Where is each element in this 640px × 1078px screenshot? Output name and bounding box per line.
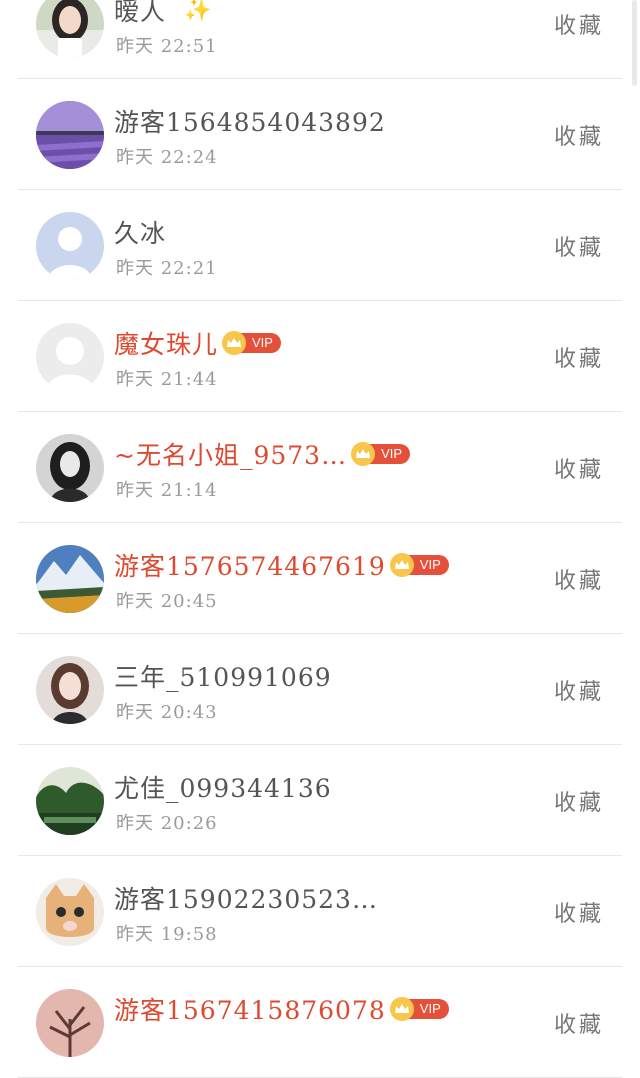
user-name[interactable]: 三年_510991069 xyxy=(114,658,332,694)
name-line: 游客1576574467619 VIP xyxy=(114,549,449,581)
favorite-button[interactable]: 收藏 xyxy=(554,119,604,151)
user-name[interactable]: 游客15902230523… xyxy=(114,880,378,916)
name-line: 三年_510991069 xyxy=(114,660,332,692)
lavender-field-avatar-image xyxy=(36,101,104,169)
list-item[interactable]: 暧人 ✨ 昨天 22:51 收藏 xyxy=(18,0,622,79)
list-item[interactable]: 尤佳_099344136 昨天 20:26 收藏 xyxy=(18,745,622,856)
dark-girl-avatar-image xyxy=(36,434,104,502)
crown-icon xyxy=(222,331,247,355)
visit-time: 昨天 21:44 xyxy=(116,369,218,390)
avatar[interactable] xyxy=(36,101,104,169)
visit-time: 昨天 22:51 xyxy=(116,36,218,57)
default-blue-avatar-image xyxy=(36,212,104,280)
avatar[interactable] xyxy=(36,545,104,613)
tree-sunset-avatar-image xyxy=(36,989,104,1057)
mountain-avatar-image xyxy=(36,545,104,613)
avatar[interactable] xyxy=(36,212,104,280)
crown-icon xyxy=(389,553,414,577)
list-item[interactable]: 游客1567415876078 VIP 收藏 xyxy=(18,967,622,1078)
name-line: 游客1567415876078 VIP xyxy=(114,993,449,1025)
visitor-list: 暧人 ✨ 昨天 22:51 收藏 游客1564854043892 昨天 22:2… xyxy=(18,0,622,1078)
garden-avatar-image xyxy=(36,767,104,835)
woman-portrait-avatar-image xyxy=(36,656,104,724)
list-item[interactable]: 游客1576574467619 VIP 昨天 20:45 收藏 xyxy=(18,523,622,634)
list-item[interactable]: 三年_510991069 昨天 20:43 收藏 xyxy=(18,634,622,745)
kitten-avatar-image xyxy=(36,878,104,946)
name-line: 游客1564854043892 xyxy=(114,105,386,137)
vip-badge: VIP xyxy=(351,442,411,466)
user-name[interactable]: 游客1564854043892 xyxy=(114,103,386,139)
name-line: 魔女珠儿 VIP xyxy=(114,327,281,359)
avatar[interactable] xyxy=(36,434,104,502)
name-line: 久冰 xyxy=(114,216,166,248)
name-line: ~无名小姐_9573… VIP xyxy=(114,436,411,472)
favorite-button[interactable]: 收藏 xyxy=(554,230,604,262)
vip-badge: VIP xyxy=(389,997,449,1021)
avatar[interactable] xyxy=(36,323,104,391)
list-item[interactable]: 游客15902230523… 昨天 19:58 收藏 xyxy=(18,856,622,967)
default-grey-avatar-image xyxy=(36,323,104,391)
avatar[interactable] xyxy=(36,656,104,724)
favorite-button[interactable]: 收藏 xyxy=(554,674,604,706)
name-line: 尤佳_099344136 xyxy=(114,771,332,803)
list-item[interactable]: 游客1564854043892 昨天 22:24 收藏 xyxy=(18,79,622,190)
user-name[interactable]: 久冰 xyxy=(114,214,166,250)
favorite-button[interactable]: 收藏 xyxy=(554,563,604,595)
avatar[interactable] xyxy=(36,0,104,58)
favorite-button[interactable]: 收藏 xyxy=(554,8,604,40)
vip-label: VIP xyxy=(407,555,449,575)
favorite-button[interactable]: 收藏 xyxy=(554,1007,604,1039)
avatar[interactable] xyxy=(36,767,104,835)
visit-time: 昨天 22:24 xyxy=(116,147,218,168)
user-name[interactable]: 暧人 xyxy=(114,0,166,28)
favorite-button[interactable]: 收藏 xyxy=(554,452,604,484)
visit-time: 昨天 20:45 xyxy=(116,591,218,612)
user-name[interactable]: 尤佳_099344136 xyxy=(114,769,332,805)
visit-time: 昨天 20:26 xyxy=(116,813,218,834)
list-item[interactable]: 魔女珠儿 VIP 昨天 21:44 收藏 xyxy=(18,301,622,412)
user-name[interactable]: ~无名小姐_9573… xyxy=(114,436,347,472)
name-line: 游客15902230523… xyxy=(114,882,378,914)
vip-badge: VIP xyxy=(389,553,449,577)
girl-portrait-avatar-image xyxy=(36,0,104,58)
visit-time: 昨天 22:21 xyxy=(116,258,218,279)
vip-label: VIP xyxy=(407,999,449,1019)
name-line: 暧人 ✨ xyxy=(114,0,211,26)
scrollbar[interactable] xyxy=(632,0,637,86)
favorite-button[interactable]: 收藏 xyxy=(554,785,604,817)
crown-icon xyxy=(351,442,376,466)
vip-badge: VIP xyxy=(222,331,281,355)
crown-icon xyxy=(389,997,414,1021)
visit-time: 昨天 19:58 xyxy=(116,924,218,945)
visit-time: 昨天 21:14 xyxy=(116,480,218,501)
vip-label: VIP xyxy=(240,333,281,353)
favorite-button[interactable]: 收藏 xyxy=(554,341,604,373)
list-item[interactable]: ~无名小姐_9573… VIP 昨天 21:14 收藏 xyxy=(18,412,622,523)
user-name[interactable]: 游客1567415876078 xyxy=(114,991,386,1027)
vip-label: VIP xyxy=(369,444,411,464)
user-name[interactable]: 魔女珠儿 xyxy=(114,325,218,361)
avatar[interactable] xyxy=(36,989,104,1057)
avatar[interactable] xyxy=(36,878,104,946)
user-name[interactable]: 游客1576574467619 xyxy=(114,547,386,583)
sparkle-icon: ✨ xyxy=(184,0,212,23)
list-item[interactable]: 久冰 昨天 22:21 收藏 xyxy=(18,190,622,301)
visit-time: 昨天 20:43 xyxy=(116,702,218,723)
favorite-button[interactable]: 收藏 xyxy=(554,896,604,928)
